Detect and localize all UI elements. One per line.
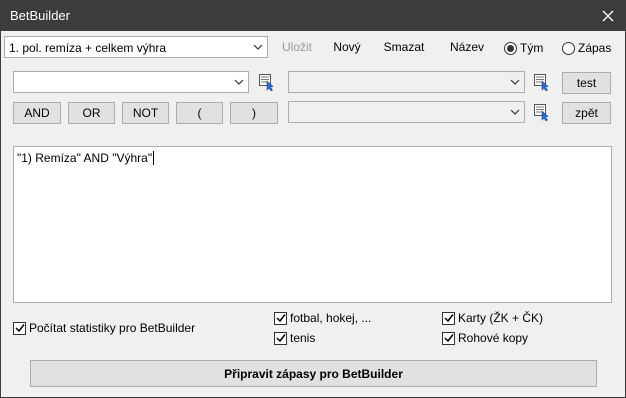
chevron-down-icon <box>510 79 520 85</box>
checkmark-icon <box>443 334 454 343</box>
expression-line: "1) Remíza" AND "Výhra" <box>17 151 155 165</box>
football-checkbox[interactable]: fotbal, hokej, ... <box>274 310 371 326</box>
count-stats-checkbox[interactable]: Počítat statistiky pro BetBuilder <box>13 320 195 336</box>
test-button[interactable]: test <box>562 72 611 94</box>
cursor-select-icon <box>259 74 274 91</box>
chevron-down-icon <box>234 79 244 85</box>
back-button[interactable]: zpět <box>562 102 611 124</box>
close-icon <box>602 10 614 22</box>
betbuilder-window: BetBuilder 1. pol. remíza + celkem výhra… <box>0 0 626 398</box>
value-select-top[interactable] <box>288 71 525 93</box>
title-bar: BetBuilder <box>1 1 625 31</box>
count-stats-label: Počítat statistiky pro BetBuilder <box>29 321 196 335</box>
prepare-matches-button[interactable]: Připravit zápasy pro BetBuilder <box>30 360 597 387</box>
operator-or-button[interactable]: OR <box>68 102 115 124</box>
radio-match-label: Zápas <box>578 41 612 55</box>
cards-label: Karty (ŽK + ČK) <box>458 311 544 325</box>
football-box <box>274 311 287 325</box>
corners-box <box>442 331 455 345</box>
chevron-down-icon <box>510 109 520 115</box>
close-button[interactable] <box>591 1 625 31</box>
checkmark-icon <box>275 334 286 343</box>
corners-checkbox[interactable]: Rohové kopy <box>442 330 528 346</box>
expression-editor[interactable]: "1) Remíza" AND "Výhra" <box>13 146 612 303</box>
cursor-select-icon <box>534 74 549 91</box>
radio-match-indicator <box>562 41 575 55</box>
cards-box <box>442 311 455 325</box>
corners-label: Rohové kopy <box>458 331 529 345</box>
name-button[interactable]: Název <box>445 36 489 58</box>
preset-select[interactable]: 1. pol. remíza + celkem výhra <box>4 36 268 58</box>
checkmark-icon <box>443 314 454 323</box>
preset-select-value: 1. pol. remíza + celkem výhra <box>9 41 167 55</box>
radio-team[interactable]: Tým <box>504 40 543 56</box>
operator-and-button[interactable]: AND <box>13 102 61 124</box>
football-label: fotbal, hokej, ... <box>290 311 372 325</box>
text-caret <box>153 151 155 165</box>
value-picker-button-bottom[interactable] <box>531 101 553 123</box>
radio-match[interactable]: Zápas <box>562 40 611 56</box>
cursor-select-icon <box>534 104 549 121</box>
count-stats-box <box>13 321 26 335</box>
radio-team-indicator <box>504 41 517 55</box>
condition-select[interactable] <box>13 71 249 93</box>
tennis-label: tenis <box>290 331 316 345</box>
close-paren-button[interactable]: ) <box>230 102 278 124</box>
value-select-bottom[interactable] <box>288 101 525 123</box>
radio-team-label: Tým <box>520 41 544 55</box>
delete-button[interactable]: Smazat <box>379 36 429 58</box>
new-button[interactable]: Nový <box>327 36 367 58</box>
cards-checkbox[interactable]: Karty (ŽK + ČK) <box>442 310 543 326</box>
operator-not-button[interactable]: NOT <box>122 102 169 124</box>
expression-text: "1) Remíza" AND "Výhra" <box>17 151 153 165</box>
checkmark-icon <box>275 314 286 323</box>
open-paren-button[interactable]: ( <box>176 102 223 124</box>
window-title: BetBuilder <box>10 8 70 23</box>
chevron-down-icon <box>253 44 263 50</box>
save-button[interactable]: Uložit <box>277 36 317 58</box>
condition-picker-button[interactable] <box>256 71 278 93</box>
checkmark-icon <box>14 324 25 333</box>
tennis-checkbox[interactable]: tenis <box>274 330 315 346</box>
tennis-box <box>274 331 287 345</box>
value-picker-button-top[interactable] <box>531 71 553 93</box>
